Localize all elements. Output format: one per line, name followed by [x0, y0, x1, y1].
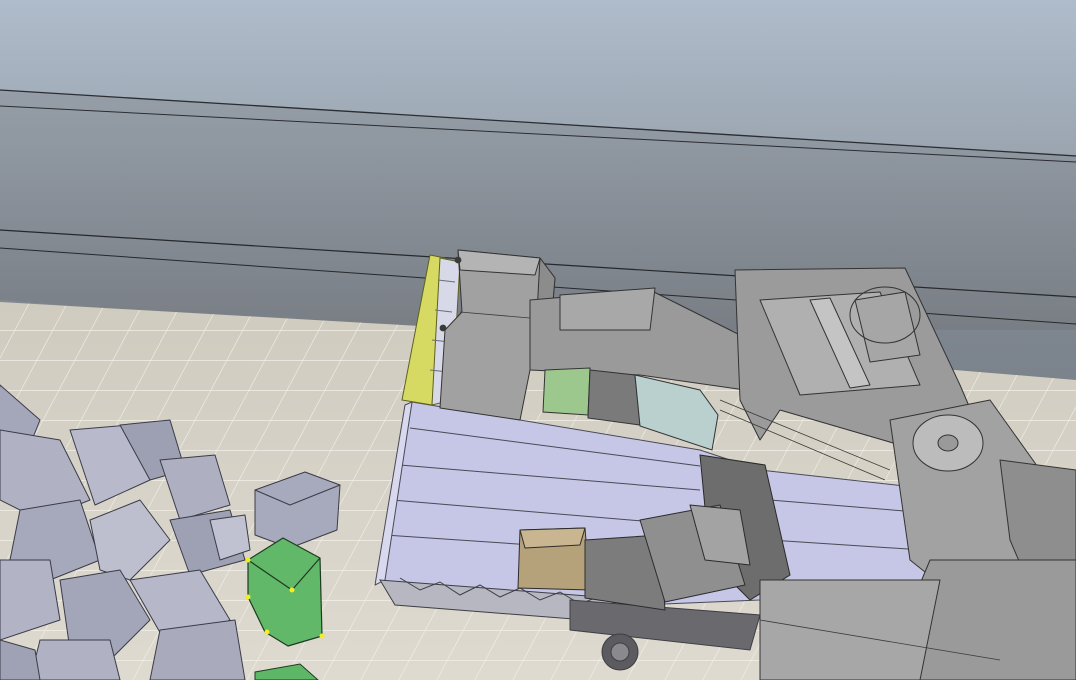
cab-green-panel [542, 367, 591, 416]
cab-dark-panel [587, 369, 641, 426]
scene-canvas[interactable] [0, 0, 1076, 680]
3d-viewport[interactable] [0, 0, 1076, 680]
